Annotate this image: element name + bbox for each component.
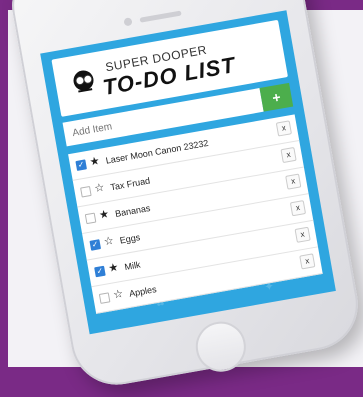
star-filled-icon[interactable]: ★ — [89, 155, 101, 169]
delete-item-button[interactable]: x — [275, 120, 292, 137]
delete-item-button[interactable]: x — [294, 226, 311, 243]
todo-checkbox[interactable]: ✓ — [94, 265, 106, 278]
app-screen: ✦ ✿ ✧ ✦ ✿ SUPER DOOPER TO-DO LIST + ✓★La… — [40, 10, 336, 335]
delete-item-button[interactable]: x — [280, 146, 297, 164]
star-filled-icon[interactable]: ★ — [108, 261, 120, 275]
todo-list: ✓ ★ Laser Moon Canon 23232 x ☆ Tax Fruad x ★ Ban… — [68, 114, 323, 314]
delete-item-button[interactable]: x — [285, 173, 302, 190]
todo-checkbox[interactable] — [80, 185, 92, 198]
add-item-button[interactable]: + — [259, 82, 294, 112]
todo-checkbox[interactable] — [84, 212, 97, 225]
todo-checkbox[interactable] — [98, 292, 111, 304]
delete-item-button[interactable]: x — [289, 200, 307, 217]
star-empty-icon[interactable]: ☆ — [112, 288, 124, 302]
todo-item-label: Tax Fruad — [109, 175, 151, 193]
star-empty-icon[interactable]: ☆ — [103, 235, 115, 249]
todo-item-label: Eggs — [119, 232, 141, 246]
monster-mascot-icon — [71, 68, 96, 99]
star-filled-icon[interactable]: ★ — [98, 208, 110, 222]
todo-checkbox[interactable]: ✓ — [75, 159, 87, 171]
speaker-grille — [139, 10, 182, 23]
todo-checkbox[interactable]: ✓ — [89, 239, 102, 251]
star-empty-icon[interactable]: ☆ — [94, 182, 106, 196]
todo-item-label: Apples — [128, 284, 158, 299]
delete-item-button[interactable]: x — [299, 253, 316, 270]
todo-item-label: Milk — [123, 259, 142, 273]
todo-item-label: Bananas — [114, 202, 152, 219]
front-camera-icon — [123, 17, 133, 27]
